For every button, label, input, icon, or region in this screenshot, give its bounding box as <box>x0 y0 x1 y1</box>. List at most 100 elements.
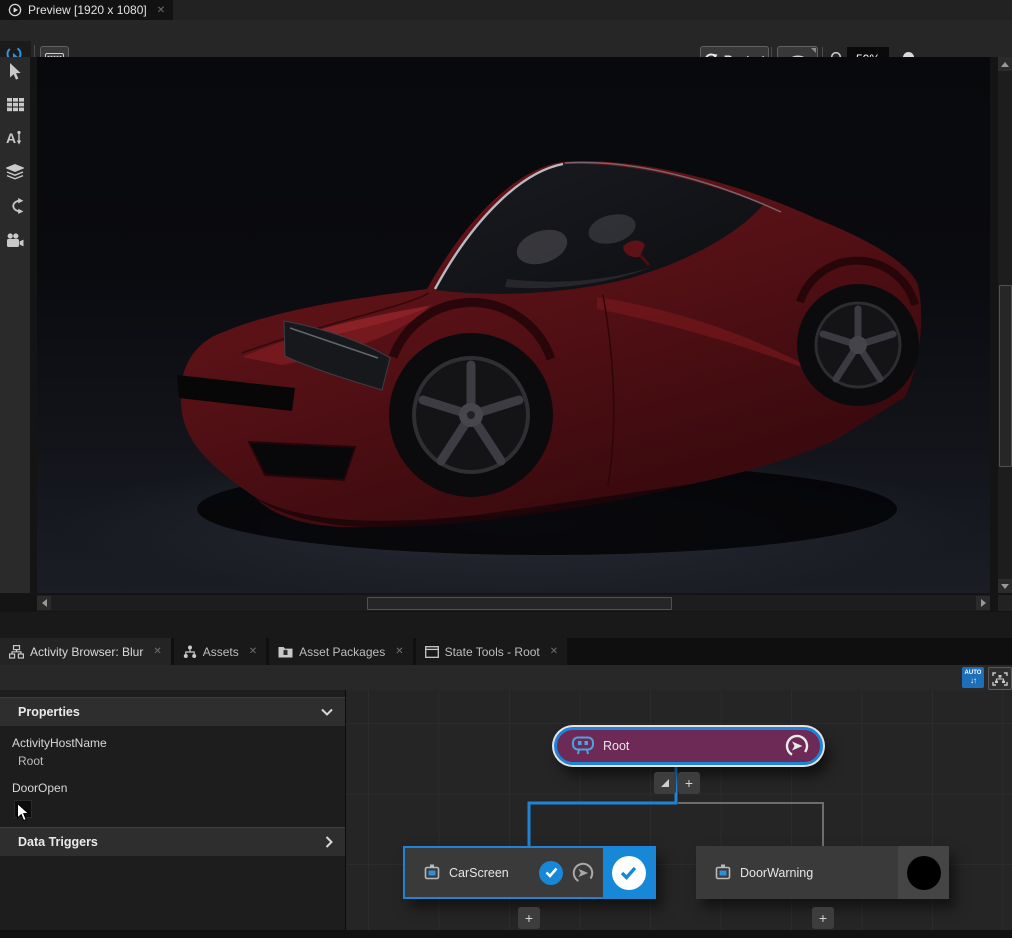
vscroll-thumb[interactable] <box>999 285 1012 467</box>
activity-host-icon <box>571 736 595 756</box>
grid-icon <box>7 98 24 112</box>
car-render <box>37 57 990 593</box>
panel-tab-bar: Activity Browser: Blur ✕ Assets ✕ Asset … <box>0 638 1012 665</box>
close-icon[interactable]: ✕ <box>395 646 403 657</box>
preview-tool-strip: A <box>0 57 30 593</box>
activity-icon <box>714 864 732 882</box>
triangle-right-icon <box>981 599 986 607</box>
play-circle-icon <box>8 3 22 17</box>
preview-region: A <box>0 57 1012 612</box>
active-check-icon <box>612 856 646 890</box>
close-icon[interactable]: ✕ <box>157 5 165 16</box>
text-tool-button[interactable]: A <box>5 128 25 148</box>
data-triggers-header[interactable]: Data Triggers <box>0 827 345 856</box>
preview-vscrollbar[interactable] <box>998 57 1012 593</box>
close-icon[interactable]: ✕ <box>153 646 161 657</box>
plus-icon: + <box>819 911 827 925</box>
auto-arrows-icon: ↓↑ <box>970 676 976 685</box>
scroll-left-button[interactable] <box>37 596 51 610</box>
transitions-tool-button[interactable] <box>5 196 25 216</box>
inactive-state-icon <box>907 856 941 890</box>
kanzi-studio-window: Preview [1920 x 1080] ✕ <box>0 0 1012 938</box>
preview-hscrollbar[interactable] <box>37 595 990 611</box>
tab-preview[interactable]: Preview [1920 x 1080] ✕ <box>0 0 173 20</box>
scroll-down-button[interactable] <box>998 579 1012 593</box>
triangle-down-icon <box>1001 584 1009 589</box>
hscroll-thumb[interactable] <box>367 597 672 610</box>
property-value-activityhostname[interactable]: Root <box>18 754 43 768</box>
status-check-icon <box>539 861 563 885</box>
activity-icon <box>423 864 441 882</box>
properties-header[interactable]: Properties <box>0 697 345 726</box>
add-child-button[interactable]: + <box>518 907 540 929</box>
triangle-up-icon <box>1001 62 1009 67</box>
preview-canvas[interactable] <box>37 57 990 593</box>
tab-assets[interactable]: Assets ✕ <box>174 638 266 665</box>
property-label-dooropen: DoorOpen <box>12 781 67 795</box>
collapse-children-button[interactable] <box>654 772 676 794</box>
plus-icon: + <box>685 776 693 790</box>
grid-tool-button[interactable] <box>5 95 25 115</box>
video-camera-icon <box>6 233 24 248</box>
node-carscreen[interactable]: CarScreen <box>403 846 656 899</box>
loop-state-icon[interactable] <box>784 733 810 759</box>
preview-tab-title: Preview [1920 x 1080] <box>28 3 147 17</box>
tab-asset-packages[interactable]: Asset Packages ✕ <box>269 638 412 665</box>
bottom-edge-strip <box>0 930 1012 938</box>
properties-header-label: Properties <box>18 705 80 719</box>
window-icon <box>425 646 439 658</box>
assets-icon <box>183 645 197 659</box>
add-child-button[interactable]: + <box>678 772 700 794</box>
select-tool-button[interactable] <box>5 62 25 82</box>
node-label: DoorWarning <box>740 866 890 880</box>
scroll-up-button[interactable] <box>998 57 1012 71</box>
add-child-button[interactable]: + <box>812 907 834 929</box>
branch-arrows-icon <box>7 198 24 214</box>
scroll-right-button[interactable] <box>976 596 990 610</box>
camera-tool-button[interactable] <box>5 230 25 250</box>
auto-layout-button[interactable]: AUTO ↓↑ <box>962 667 984 688</box>
properties-panel: Properties ActivityHostName Root DoorOpe… <box>0 690 346 930</box>
select-arrow-icon <box>7 63 23 81</box>
collapse-triangle-icon <box>660 778 670 788</box>
dropdown-corner-icon <box>811 48 816 53</box>
tab-label: Asset Packages <box>299 645 385 659</box>
node-label: CarScreen <box>449 866 531 880</box>
tab-label: Assets <box>203 645 239 659</box>
divider-strip <box>0 612 1012 638</box>
node-doorwarning[interactable]: DoorWarning <box>696 846 949 899</box>
node-label: Root <box>603 739 776 753</box>
preview-toolbar: Restart 50% <box>0 20 1012 57</box>
folder-package-icon <box>278 645 293 658</box>
close-icon[interactable]: ✕ <box>550 646 558 657</box>
tab-activity-browser[interactable]: Activity Browser: Blur ✕ <box>0 638 171 665</box>
node-body: CarScreen <box>405 848 603 897</box>
activity-browser-icon <box>9 645 24 659</box>
chevron-down-icon <box>321 708 333 716</box>
graph-toolbar-strip: AUTO ↓↑ <box>0 665 1012 690</box>
mouse-cursor <box>17 803 30 822</box>
fit-to-view-button[interactable] <box>988 667 1012 690</box>
chevron-right-icon <box>325 836 333 848</box>
node-root[interactable]: Root <box>554 727 823 765</box>
tab-state-tools[interactable]: State Tools - Root ✕ <box>416 638 568 665</box>
data-triggers-header-label: Data Triggers <box>18 835 98 849</box>
preview-tab-bar: Preview [1920 x 1080] ✕ <box>0 0 1012 20</box>
scrollbar-corner <box>998 595 1012 611</box>
node-body: DoorWarning <box>696 846 898 899</box>
plus-icon: + <box>525 911 533 925</box>
svg-text:A: A <box>6 130 16 146</box>
close-icon[interactable]: ✕ <box>249 646 257 657</box>
inactive-state-toggle[interactable] <box>898 846 949 899</box>
text-tool-icon: A <box>6 130 24 146</box>
layers-tool-button[interactable] <box>5 162 25 182</box>
activity-graph-panel[interactable]: Root + CarScreen <box>346 690 1012 930</box>
layers-icon <box>6 164 24 180</box>
active-state-toggle[interactable] <box>603 848 654 897</box>
loop-state-icon[interactable] <box>571 861 595 885</box>
triangle-left-icon <box>42 599 47 607</box>
property-label-activityhostname: ActivityHostName <box>12 736 107 750</box>
fit-view-icon <box>992 672 1008 686</box>
tab-label: Activity Browser: Blur <box>30 645 143 659</box>
tab-label: State Tools - Root <box>445 645 540 659</box>
